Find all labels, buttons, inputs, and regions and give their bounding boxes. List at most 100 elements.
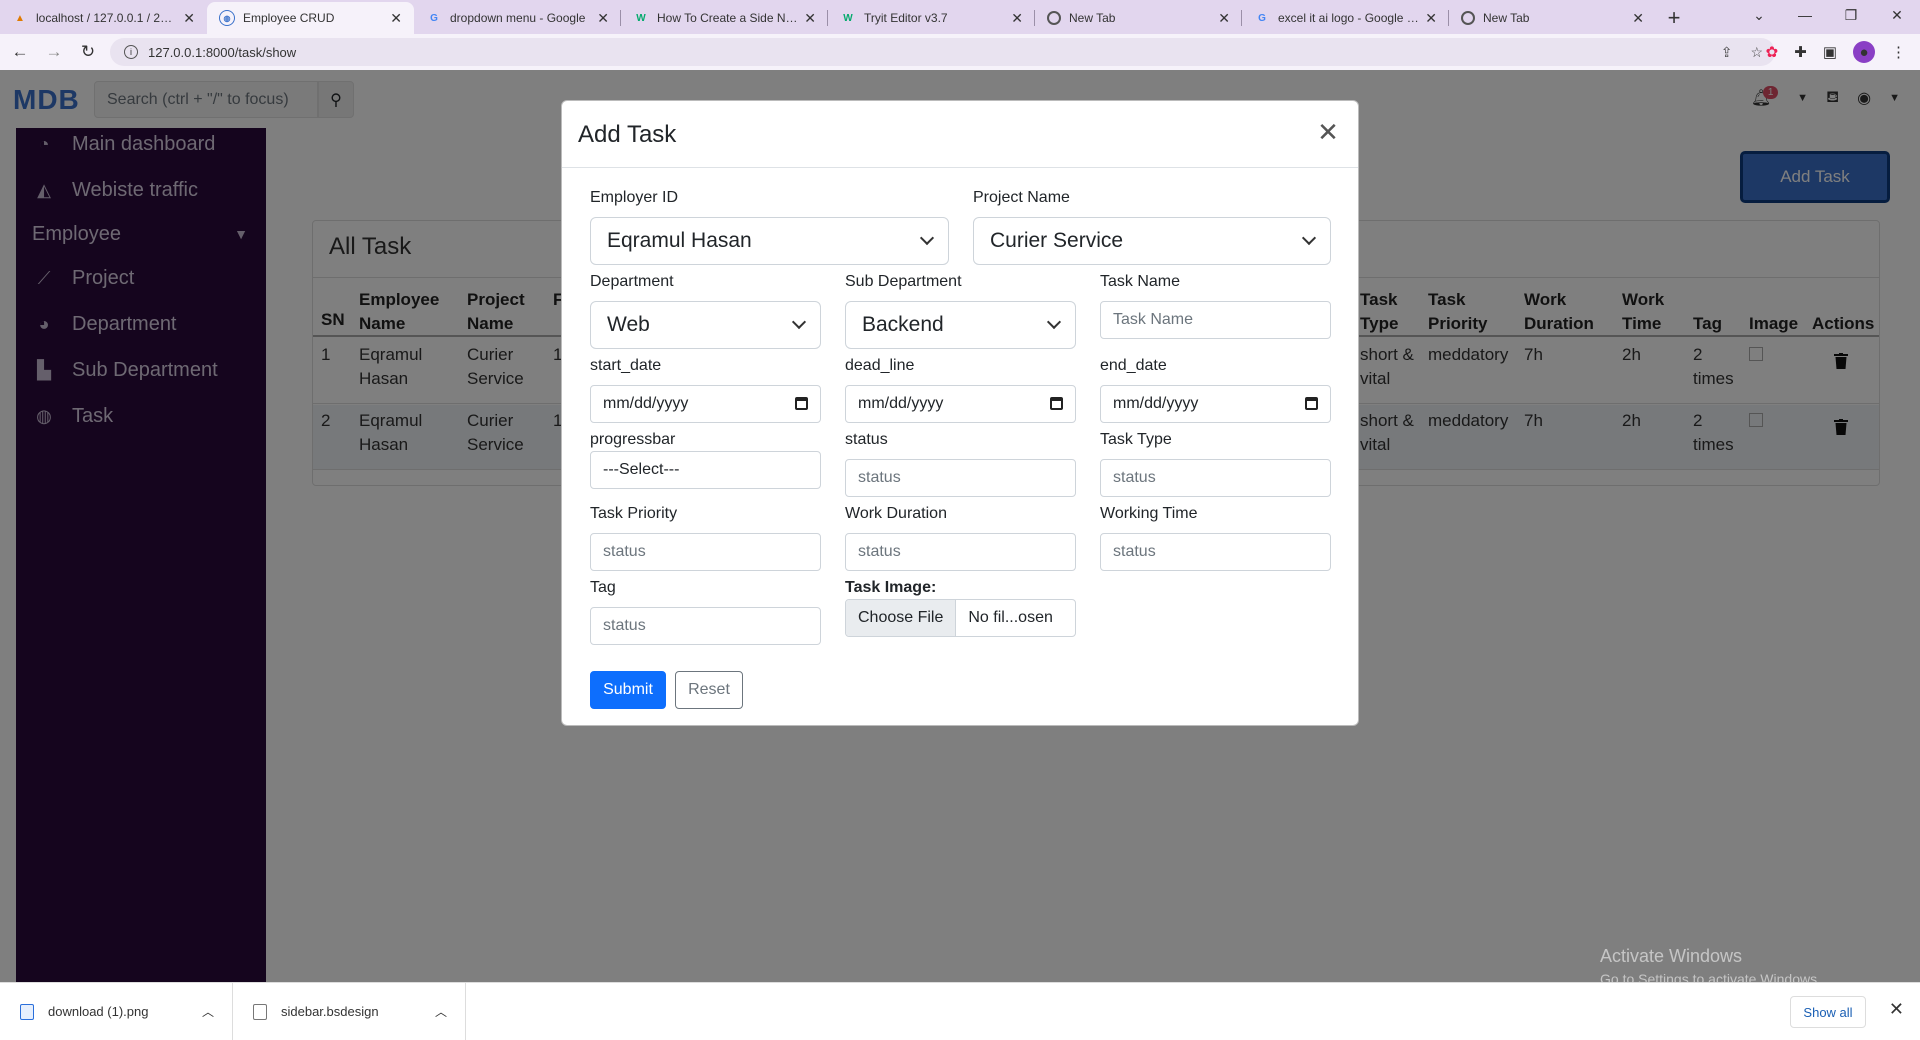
download-item[interactable]: download (1).png ︿ <box>0 982 233 1040</box>
work-duration-input[interactable]: status <box>845 533 1076 571</box>
choose-file-button[interactable]: Choose File <box>846 600 957 636</box>
download-file-name: sidebar.bsdesign <box>281 1004 379 1019</box>
star-icon[interactable]: ☆ <box>1750 44 1763 61</box>
chevron-up-icon[interactable]: ︿ <box>202 1003 214 1020</box>
sidepanel-icon[interactable]: ▣ <box>1823 43 1837 61</box>
task-priority-label: Task Priority <box>590 505 678 522</box>
browser-tab-bar: ▲ localhost / 127.0.0.1 / 20_a ✕ ◍ Emplo… <box>0 0 1920 34</box>
google-icon: G <box>430 12 438 24</box>
restore-icon[interactable]: ❐ <box>1828 0 1874 30</box>
page: MDB Search (ctrl + "/" to focus) ⚲ 🔔︎1 ▼… <box>0 70 1920 987</box>
chrome-icon <box>1047 11 1061 25</box>
browser-toolbar: ← → ↻ i 127.0.0.1:8000/task/show ⇪ ☆ ✿ ✚… <box>0 34 1920 70</box>
employer-id-label: Employer ID <box>590 189 679 206</box>
profile-avatar-icon[interactable]: ● <box>1853 41 1875 63</box>
browser-tab[interactable]: New Tab ✕ <box>1449 2 1656 34</box>
menu-icon[interactable]: ⋮ <box>1891 43 1906 61</box>
dead-line-input[interactable]: mm/dd/yyyy <box>845 385 1076 423</box>
chevron-down-icon <box>1301 230 1317 246</box>
calendar-icon[interactable] <box>1305 397 1318 410</box>
back-icon[interactable]: ← <box>6 38 34 66</box>
status-label: status <box>845 431 888 448</box>
activate-windows-watermark: Activate Windows Go to Settings to activ… <box>1600 946 1821 987</box>
tab-title: Tryit Editor v3.7 <box>864 11 948 25</box>
chevron-up-icon[interactable]: ︿ <box>435 1003 447 1020</box>
browser-tab-active[interactable]: ◍ Employee CRUD ✕ <box>207 2 414 34</box>
sub-department-label: Sub Department <box>845 273 962 290</box>
minimize-icon[interactable]: — <box>1782 0 1828 30</box>
sub-department-select[interactable]: Backend <box>845 301 1076 349</box>
close-window-icon[interactable]: ✕ <box>1874 0 1920 30</box>
dead-line-label: dead_line <box>845 357 915 374</box>
phpmyadmin-icon: ▲ <box>15 12 25 24</box>
add-task-modal: Add Task ✕ Employer ID Eqramul Hasan Pro… <box>561 100 1359 726</box>
downloads-bar: download (1).png ︿ sidebar.bsdesign ︿ Sh… <box>0 982 1920 1040</box>
end-date-label: end_date <box>1100 357 1167 374</box>
close-icon[interactable]: ✕ <box>1425 10 1437 27</box>
tab-title: New Tab <box>1483 11 1530 25</box>
address-bar[interactable]: i 127.0.0.1:8000/task/show ⇪ ☆ <box>110 38 1775 66</box>
close-icon[interactable]: ✕ <box>1011 10 1023 27</box>
close-icon[interactable]: ✕ <box>1632 10 1644 27</box>
project-name-label: Project Name <box>973 189 1070 206</box>
browser-tab[interactable]: W Tryit Editor v3.7 ✕ <box>828 2 1035 34</box>
submit-button[interactable]: Submit <box>590 671 666 709</box>
close-icon[interactable]: ✕ <box>390 10 402 27</box>
file-icon <box>253 1003 267 1020</box>
show-all-button[interactable]: Show all <box>1790 996 1866 1028</box>
tab-title: How To Create a Side Navi <box>657 11 799 25</box>
task-priority-input[interactable]: status <box>590 533 821 571</box>
reset-button[interactable]: Reset <box>675 671 743 709</box>
tab-title: Employee CRUD <box>243 11 335 25</box>
browser-tab[interactable]: G excel it ai logo - Google Se ✕ <box>1242 2 1449 34</box>
tag-label: Tag <box>590 579 616 596</box>
task-type-input[interactable]: status <box>1100 459 1331 497</box>
project-name-value: Curier Service <box>990 229 1124 252</box>
modal-header: Add Task ✕ <box>562 101 1358 168</box>
progressbar-label: progressbar <box>590 431 676 448</box>
status-input[interactable]: status <box>845 459 1076 497</box>
start-date-input[interactable]: mm/dd/yyyy <box>590 385 821 423</box>
working-time-label: Working Time <box>1100 505 1198 522</box>
progressbar-select[interactable]: ---Select--- <box>590 451 821 489</box>
chevron-down-icon <box>791 314 807 330</box>
close-icon[interactable]: ✕ <box>804 10 816 27</box>
extensions-area: ✿ ✚ ▣ ● ⋮ <box>1766 34 1906 70</box>
watermark-title: Activate Windows <box>1600 946 1743 966</box>
close-icon[interactable]: ✕ <box>1889 999 1904 1020</box>
tag-input[interactable]: status <box>590 607 821 645</box>
calendar-icon[interactable] <box>1050 397 1063 410</box>
task-name-input[interactable]: Task Name <box>1100 301 1331 339</box>
chevron-down-icon <box>919 230 935 246</box>
info-icon[interactable]: i <box>124 45 138 59</box>
chevron-down-icon[interactable]: ⌄ <box>1736 0 1782 30</box>
task-name-label: Task Name <box>1100 273 1181 290</box>
share-icon[interactable]: ⇪ <box>1721 44 1733 61</box>
close-icon[interactable]: ✕ <box>1218 10 1230 27</box>
department-label: Department <box>590 273 674 290</box>
url-text: 127.0.0.1:8000/task/show <box>148 44 297 60</box>
color-extension-icon[interactable]: ✿ <box>1766 43 1779 61</box>
puzzle-icon[interactable]: ✚ <box>1794 43 1807 61</box>
reload-icon[interactable]: ↻ <box>74 38 102 66</box>
download-item[interactable]: sidebar.bsdesign ︿ <box>233 982 466 1040</box>
employer-id-select[interactable]: Eqramul Hasan <box>590 217 949 265</box>
browser-tab[interactable]: G dropdown menu - Google ✕ <box>414 2 621 34</box>
modal-title: Add Task <box>578 121 677 148</box>
project-name-select[interactable]: Curier Service <box>973 217 1331 265</box>
close-icon[interactable]: ✕ <box>597 10 609 27</box>
working-time-input[interactable]: status <box>1100 533 1331 571</box>
new-tab-button[interactable]: + <box>1656 2 1692 34</box>
end-date-input[interactable]: mm/dd/yyyy <box>1100 385 1331 423</box>
close-icon[interactable]: ✕ <box>183 10 195 27</box>
w3schools-icon: W <box>636 12 646 24</box>
browser-tab[interactable]: New Tab ✕ <box>1035 2 1242 34</box>
tab-title: excel it ai logo - Google Se <box>1278 11 1420 25</box>
browser-tab[interactable]: W How To Create a Side Navi ✕ <box>621 2 828 34</box>
calendar-icon[interactable] <box>795 397 808 410</box>
department-select[interactable]: Web <box>590 301 821 349</box>
task-image-file-input[interactable]: Choose File No fil...osen <box>845 599 1076 637</box>
browser-tab[interactable]: ▲ localhost / 127.0.0.1 / 20_a ✕ <box>0 2 207 34</box>
forward-icon[interactable]: → <box>40 38 68 66</box>
close-icon[interactable]: ✕ <box>1316 119 1340 145</box>
